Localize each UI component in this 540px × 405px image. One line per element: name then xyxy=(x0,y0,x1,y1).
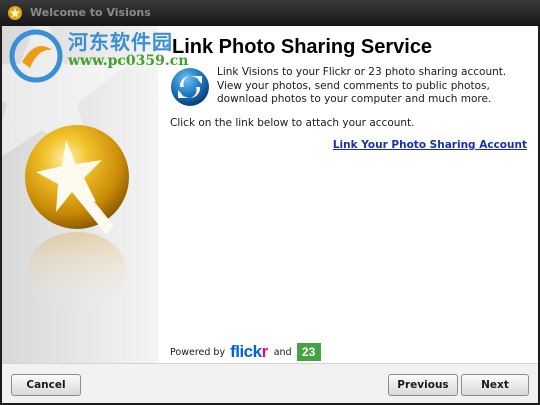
window-title: Welcome to Visions xyxy=(30,6,151,19)
watermark-logo-icon xyxy=(9,29,63,83)
flickr-logo-part1: flick xyxy=(230,342,262,361)
next-button[interactable]: Next xyxy=(461,374,529,396)
wizard-body: 河东软件园 www.pc0359.cn Link Photo Sharing S… xyxy=(2,26,538,403)
title-bar[interactable]: Welcome to Visions xyxy=(0,0,540,26)
main-content: Link Photo Sharing Service Link Visions … xyxy=(167,26,535,363)
golden-star-wand-icon xyxy=(25,125,129,312)
blue-sync-arrows-icon xyxy=(171,68,209,106)
watermark-brand: 河东软件园 xyxy=(68,30,173,54)
previous-button[interactable]: Previous xyxy=(388,374,458,396)
wizard-window: Welcome to Visions 河东软件园 www.pc0359.cn L… xyxy=(0,0,540,405)
flickr-logo-part2: r xyxy=(261,342,269,361)
page-title: Link Photo Sharing Service xyxy=(172,36,433,58)
button-bar: Cancel Previous Next xyxy=(2,363,538,403)
powered-by-label: Powered by xyxy=(170,346,226,358)
logo-23: 23 xyxy=(296,343,321,361)
and-label: and xyxy=(273,346,292,358)
sparkle-star-icon xyxy=(8,6,22,20)
cancel-button[interactable]: Cancel xyxy=(11,374,81,396)
description-text: Link Visions to your Flickr or 23 photo … xyxy=(217,66,507,105)
powered-by: Powered by flickr and 23 xyxy=(170,342,321,362)
instruction-text: Click on the link below to attach your a… xyxy=(170,117,415,129)
flickr-logo: flickr xyxy=(230,342,268,362)
link-account-link[interactable]: Link Your Photo Sharing Account xyxy=(333,139,527,151)
